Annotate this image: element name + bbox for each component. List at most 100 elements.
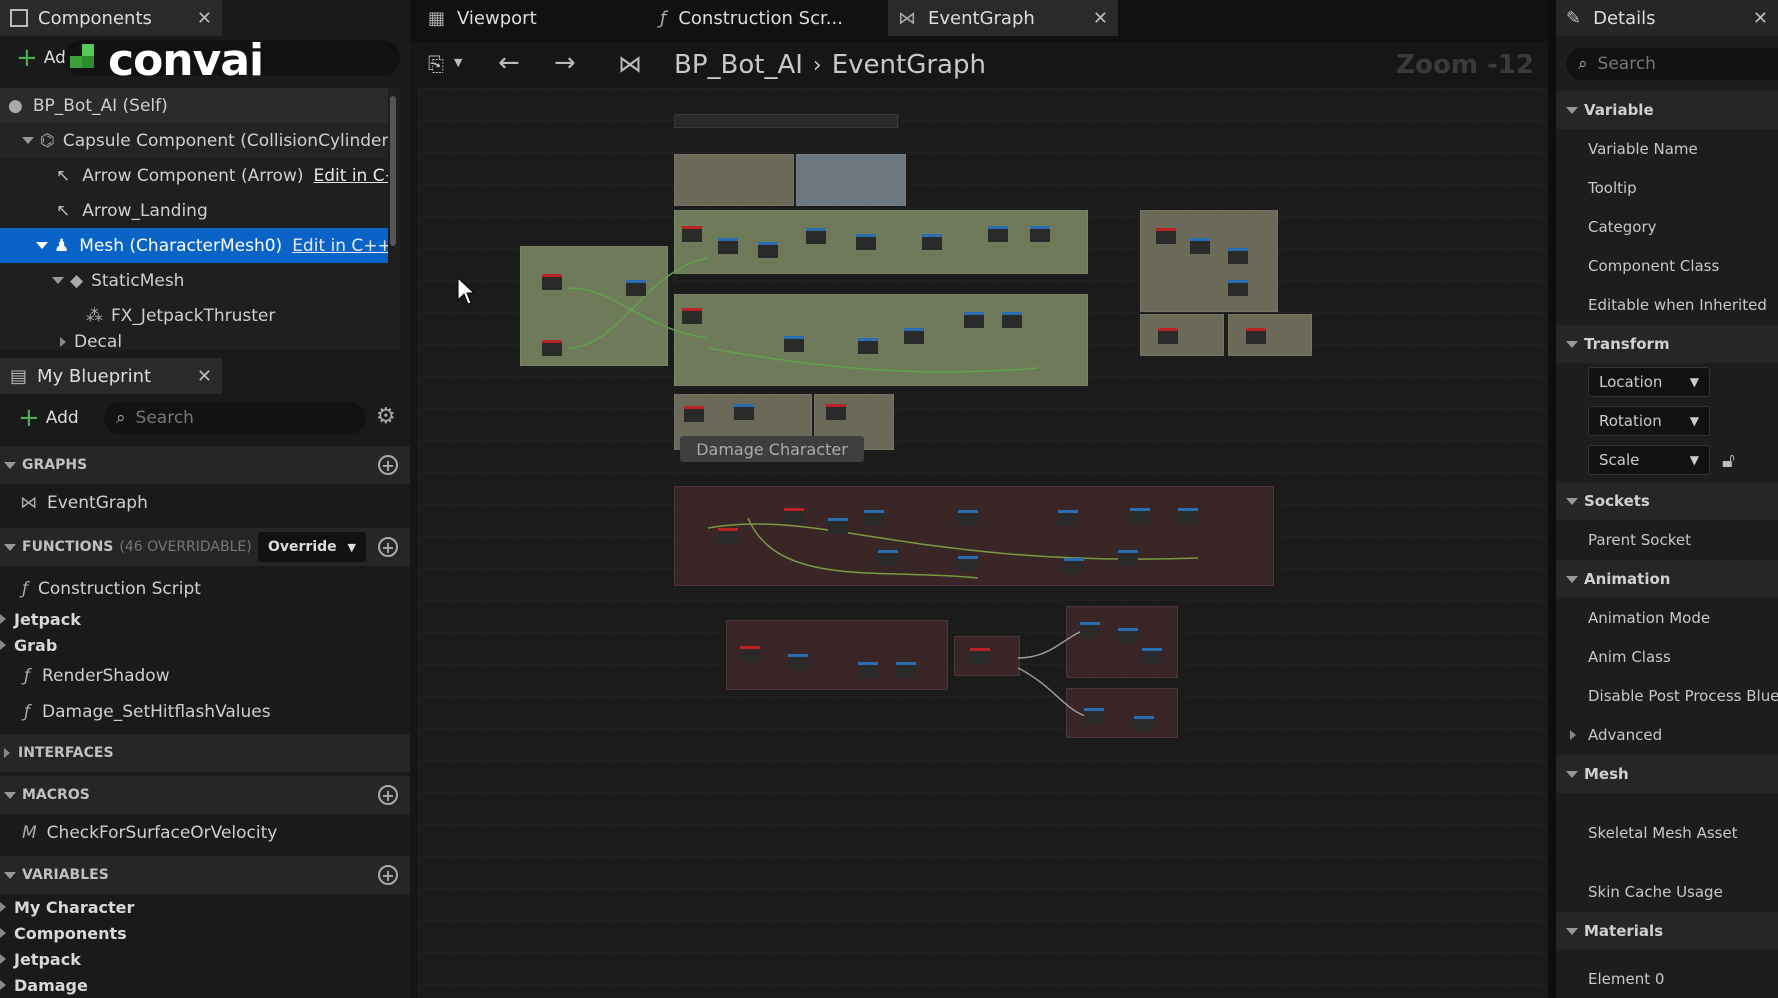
add-function-icon[interactable]: + bbox=[378, 537, 398, 557]
bookmark-icon[interactable]: ⎘ bbox=[428, 52, 444, 76]
graph-node[interactable] bbox=[1118, 628, 1138, 644]
graph-node[interactable] bbox=[864, 510, 884, 526]
graph-node[interactable] bbox=[740, 646, 760, 662]
graph-node[interactable] bbox=[1002, 312, 1022, 328]
close-icon[interactable]: ✕ bbox=[1753, 8, 1768, 29]
graph-node[interactable] bbox=[1058, 510, 1078, 526]
add-graph-icon[interactable]: + bbox=[378, 455, 398, 475]
details-search[interactable]: ⌕ Search bbox=[1566, 48, 1778, 80]
graph-node[interactable] bbox=[958, 556, 978, 572]
graph-node[interactable] bbox=[1134, 716, 1154, 732]
graph-node[interactable] bbox=[1228, 248, 1248, 264]
location-dropdown[interactable]: Location ▼ bbox=[1588, 367, 1710, 397]
my-blueprint-add-button[interactable]: + Add bbox=[4, 402, 88, 434]
tree-item-decal[interactable]: Decal bbox=[0, 333, 388, 350]
graph-node[interactable] bbox=[788, 654, 808, 670]
chevron-down-icon[interactable] bbox=[36, 242, 48, 249]
scale-dropdown[interactable]: Scale ▼ bbox=[1588, 445, 1710, 475]
graph-node[interactable] bbox=[1158, 328, 1178, 344]
tree-item-fx[interactable]: ⁂ FX_JetpackThruster bbox=[0, 298, 388, 333]
tab-construction-script[interactable]: ƒ Construction Scr... bbox=[650, 0, 880, 36]
tab-viewport[interactable]: ▦ Viewport bbox=[418, 0, 638, 36]
section-variables[interactable]: VARIABLES + bbox=[0, 856, 410, 894]
graph-node[interactable] bbox=[828, 518, 848, 534]
graph-node[interactable] bbox=[734, 404, 754, 420]
chevron-down-icon[interactable] bbox=[52, 277, 64, 284]
section-macros[interactable]: MACROS + bbox=[0, 776, 410, 814]
category-jetpack[interactable]: Jetpack bbox=[0, 606, 410, 632]
graph-node[interactable] bbox=[1246, 328, 1266, 344]
tab-eventgraph[interactable]: ⋈ EventGraph ✕ bbox=[888, 0, 1118, 36]
graph-node[interactable] bbox=[896, 662, 916, 678]
graph-node[interactable] bbox=[858, 662, 878, 678]
graph-node[interactable] bbox=[806, 228, 826, 244]
tab-my-blueprint[interactable]: ▤ My Blueprint ✕ bbox=[0, 358, 222, 394]
graph-node[interactable] bbox=[922, 234, 942, 250]
graph-node[interactable] bbox=[1130, 508, 1150, 524]
edit-in-cpp-link[interactable]: Edit in C+ bbox=[314, 166, 389, 186]
details-section-materials[interactable]: Materials bbox=[1556, 912, 1778, 950]
tree-item-capsule[interactable]: ⌬ Capsule Component (CollisionCylinder) bbox=[0, 123, 388, 158]
graph-node[interactable] bbox=[718, 238, 738, 254]
graph-node[interactable] bbox=[1156, 228, 1176, 244]
graph-node[interactable] bbox=[758, 242, 778, 258]
tab-components[interactable]: Components ✕ bbox=[0, 0, 222, 36]
section-graphs[interactable]: GRAPHS + bbox=[0, 446, 410, 484]
graph-node[interactable] bbox=[1228, 280, 1248, 296]
tree-item-self[interactable]: ● BP_Bot_AI (Self) bbox=[0, 88, 388, 123]
graph-node[interactable] bbox=[856, 234, 876, 250]
tree-item-mesh[interactable]: ♟ Mesh (CharacterMesh0) Edit in C++ bbox=[0, 228, 388, 263]
chevron-down-icon[interactable] bbox=[22, 137, 34, 144]
category-components[interactable]: Components bbox=[0, 920, 410, 946]
graph-node[interactable] bbox=[970, 648, 990, 664]
category-damage[interactable]: Damage bbox=[0, 972, 410, 998]
details-section-variable[interactable]: Variable bbox=[1556, 91, 1778, 129]
chevron-down-icon[interactable]: ▼ bbox=[454, 56, 462, 69]
forward-arrow-icon[interactable]: → bbox=[554, 48, 576, 78]
graph-node[interactable] bbox=[958, 510, 978, 526]
graph-node[interactable] bbox=[1084, 708, 1104, 724]
section-functions[interactable]: FUNCTIONS (46 OVERRIDABLE) Override ▼ + bbox=[0, 528, 410, 566]
graph-node[interactable] bbox=[1030, 226, 1050, 242]
graph-node[interactable] bbox=[1080, 622, 1100, 638]
graph-node[interactable] bbox=[718, 528, 738, 544]
close-icon[interactable]: ✕ bbox=[1093, 8, 1108, 29]
details-section-transform[interactable]: Transform bbox=[1556, 325, 1778, 363]
graph-canvas[interactable]: Damage Character bbox=[418, 88, 1548, 998]
tree-item-arrow[interactable]: ↖ Arrow Component (Arrow) Edit in C+ bbox=[0, 158, 388, 193]
components-add-button[interactable]: + Add bbox=[0, 42, 77, 74]
graph-node[interactable] bbox=[858, 338, 878, 354]
chevron-right-icon[interactable] bbox=[60, 336, 66, 347]
details-section-mesh[interactable]: Mesh bbox=[1556, 755, 1778, 793]
graph-node[interactable] bbox=[784, 336, 804, 352]
graph-node[interactable] bbox=[682, 308, 702, 324]
list-item-eventgraph[interactable]: ⋈ EventGraph bbox=[0, 488, 410, 518]
graph-node[interactable] bbox=[542, 274, 562, 290]
graph-node[interactable] bbox=[784, 508, 804, 524]
list-item-macro[interactable]: M CheckForSurfaceOrVelocity bbox=[0, 818, 410, 848]
lock-icon[interactable]: 🔓︎ bbox=[1722, 448, 1735, 472]
category-grab[interactable]: Grab bbox=[0, 632, 410, 658]
close-icon[interactable]: ✕ bbox=[197, 366, 212, 387]
graph-node[interactable] bbox=[1142, 648, 1162, 664]
graph-node[interactable] bbox=[878, 550, 898, 566]
override-dropdown[interactable]: Override ▼ bbox=[258, 532, 366, 562]
category-jetpack-vars[interactable]: Jetpack bbox=[0, 946, 410, 972]
graph-node[interactable] bbox=[988, 226, 1008, 242]
list-item-rendershadow[interactable]: ƒ RenderShadow bbox=[0, 661, 410, 691]
breadcrumb-root[interactable]: BP_Bot_AI bbox=[674, 50, 803, 80]
category-my-character[interactable]: My Character bbox=[0, 894, 410, 920]
add-variable-icon[interactable]: + bbox=[378, 865, 398, 885]
graph-node[interactable] bbox=[1178, 508, 1198, 524]
add-macro-icon[interactable]: + bbox=[378, 785, 398, 805]
back-arrow-icon[interactable]: ← bbox=[498, 48, 520, 78]
graph-node[interactable] bbox=[1190, 238, 1210, 254]
edit-in-cpp-link[interactable]: Edit in C++ bbox=[292, 236, 388, 256]
list-item-damage-sethitflash[interactable]: ƒ Damage_SetHitflashValues bbox=[0, 697, 410, 727]
graph-node[interactable] bbox=[542, 340, 562, 356]
section-interfaces[interactable]: INTERFACES bbox=[0, 734, 410, 772]
graph-node[interactable] bbox=[684, 406, 704, 422]
close-icon[interactable]: ✕ bbox=[197, 8, 212, 29]
graph-node[interactable] bbox=[682, 226, 702, 242]
my-blueprint-search[interactable]: ⌕ Search bbox=[104, 402, 366, 434]
